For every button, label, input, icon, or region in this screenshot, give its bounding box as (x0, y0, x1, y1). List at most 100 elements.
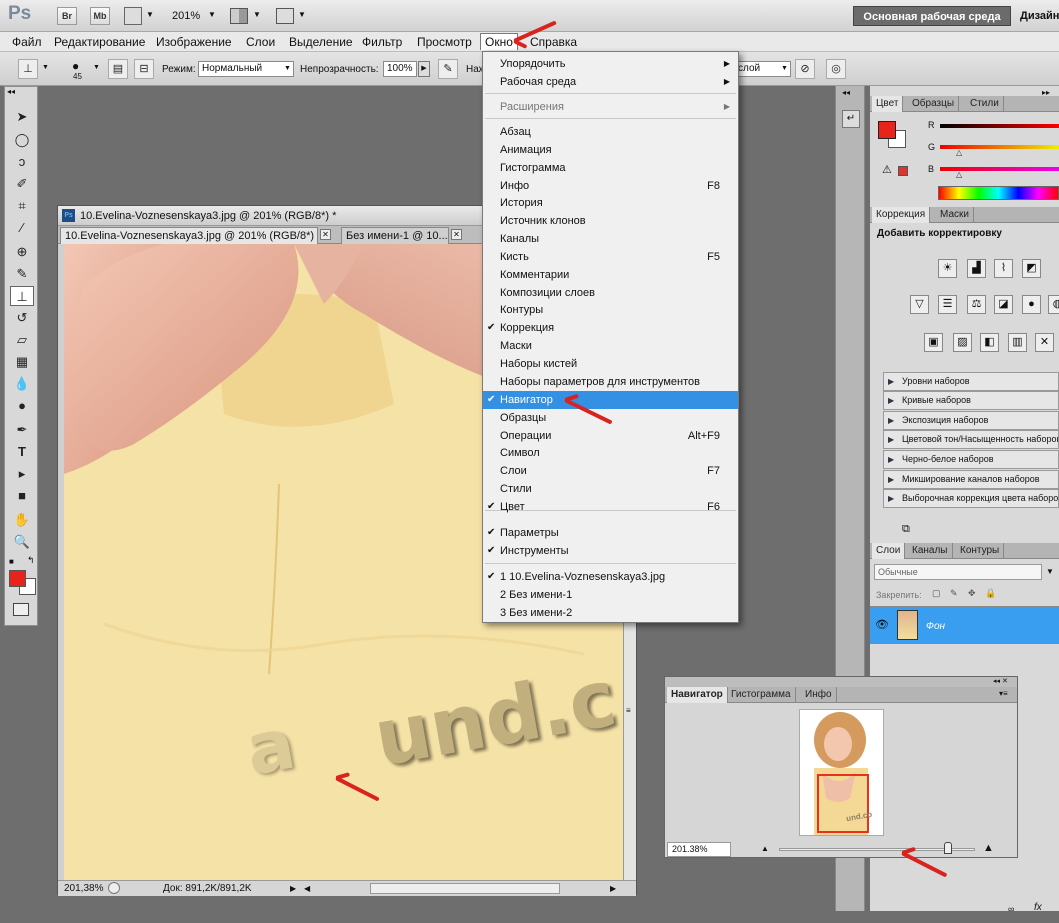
color-foreground-swatch[interactable] (878, 121, 896, 139)
navigator-collapse-icon[interactable]: ◂◂ ✕ (993, 677, 1008, 685)
toolbox-collapse-icon[interactable]: ◂◂ (7, 87, 15, 96)
tab-layers[interactable]: Слои (872, 543, 906, 559)
posterize-icon[interactable]: ▨ (953, 333, 972, 352)
history-brush-tool-icon[interactable]: ↺ (10, 308, 34, 328)
layer-name[interactable]: Фон (926, 621, 945, 632)
zoom-out-icon[interactable]: ▲ (761, 844, 769, 853)
selective-color-icon[interactable]: ✕ (1035, 333, 1054, 352)
preset-exposure[interactable]: Экспозиция наборов (883, 411, 1059, 430)
link-layers-icon[interactable]: ∞ (1008, 904, 1014, 914)
scroll-right-icon[interactable]: ▶ (610, 881, 616, 896)
menu-view[interactable]: Просмотр (417, 35, 472, 49)
window-menu-item[interactable]: ✔ Цвет F6 (483, 498, 738, 516)
window-menu-item[interactable]: История (483, 194, 738, 212)
window-menu-item[interactable]: Слои F7 (483, 462, 738, 480)
preset-curves[interactable]: Кривые наборов (883, 391, 1059, 410)
clone-stamp-tool-icon[interactable]: ⊥ (10, 286, 34, 306)
lasso-tool-icon[interactable]: ↄ (10, 152, 34, 172)
color-ramp[interactable] (938, 186, 1059, 200)
clip-to-layer-icon[interactable]: ⧉ (902, 523, 910, 536)
shape-tool-icon[interactable]: ■ (10, 486, 34, 506)
crop-tool-icon[interactable]: ⌗ (10, 196, 34, 216)
navigator-zoom-input[interactable]: 201.38% (667, 842, 731, 857)
gamut-color-swatch[interactable] (898, 166, 908, 176)
lock-pixels-icon[interactable]: ✎ (950, 588, 958, 599)
status-zoom[interactable]: 201,38% (64, 881, 103, 896)
window-menu-item[interactable]: Гистограмма (483, 159, 738, 177)
lock-position-icon[interactable]: ✥ (968, 588, 976, 599)
eraser-tool-icon[interactable]: ▱ (10, 330, 34, 350)
tab-styles[interactable]: Стили (966, 96, 1004, 112)
menu-file[interactable]: Файл (12, 35, 42, 49)
menu-layers[interactable]: Слои (246, 35, 275, 49)
lock-all-icon[interactable]: 🔒 (985, 588, 996, 599)
g-slider-thumb-icon[interactable]: △ (956, 148, 962, 157)
chevron-down-icon[interactable]: ▼ (284, 65, 291, 72)
brush-tool-icon[interactable]: ✎ (10, 264, 34, 284)
chevron-down-icon[interactable]: ▼ (298, 10, 306, 19)
window-menu-item[interactable]: Источник клонов (483, 212, 738, 230)
opacity-slider-arrow[interactable]: ▶ (418, 61, 430, 77)
navigator-menu-icon[interactable]: ▾≡ (999, 689, 1008, 698)
tab-swatches[interactable]: Образцы (908, 96, 960, 112)
window-menu-item[interactable]: Наборы кистей (483, 355, 738, 373)
tab-adjustments[interactable]: Коррекция (872, 207, 931, 223)
tab-evelina[interactable]: 10.Evelina-Voznesenskaya3.jpg @ 201% (RG… (60, 227, 318, 244)
window-menu-item[interactable]: ✔ 1 10.Evelina-Voznesenskaya3.jpg (483, 568, 738, 586)
brush-preview-icon[interactable]: ● (72, 59, 79, 73)
window-menu-item[interactable]: ✔ Параметры (483, 524, 738, 542)
window-menu-item[interactable]: Наборы параметров для инструментов (483, 373, 738, 391)
scroll-left-icon[interactable]: ◀ (304, 881, 310, 896)
clone-source-icon[interactable]: ⊟ (134, 59, 154, 79)
fx-icon[interactable]: fx (1034, 902, 1042, 913)
gradient-map-icon[interactable]: ▥ (1008, 333, 1027, 352)
tab-untitled-1[interactable]: Без имени-1 @ 10... (341, 227, 449, 244)
photo-filter-icon[interactable]: ● (1022, 295, 1041, 314)
dock-collapse-icon[interactable]: ◂◂ (842, 88, 850, 97)
workspace-design[interactable]: Дизайн (1020, 10, 1059, 22)
threshold-icon[interactable]: ◧ (980, 333, 999, 352)
chevron-down-icon[interactable]: ▼ (781, 65, 788, 72)
channel-mixer-icon[interactable]: ◍ (1048, 295, 1059, 314)
hue-saturation-icon[interactable]: ☰ (938, 295, 957, 314)
window-menu-item[interactable]: ✔ Коррекция (483, 319, 738, 337)
window-menu-item[interactable]: Инфо F8 (483, 177, 738, 195)
tab-color[interactable]: Цвет (872, 96, 904, 112)
r-slider[interactable] (940, 124, 1059, 128)
window-menu-item[interactable]: Контуры (483, 301, 738, 319)
chevron-down-icon[interactable]: ▼ (253, 10, 261, 19)
mini-bridge-button[interactable]: Mb (90, 7, 110, 25)
path-select-tool-icon[interactable]: ▸ (10, 464, 34, 484)
view-extras-icon[interactable] (124, 7, 142, 25)
status-info-icon[interactable] (108, 882, 120, 894)
blur-tool-icon[interactable]: 💧 (10, 374, 34, 394)
chevron-down-icon[interactable]: ▼ (1046, 567, 1054, 576)
opacity-input[interactable]: 100% (383, 61, 417, 77)
navigator-zoom-thumb[interactable] (943, 842, 952, 854)
default-colors-icon[interactable]: ■ (9, 557, 14, 566)
vibrance-icon[interactable]: ▽ (910, 295, 929, 314)
window-menu-item[interactable]: 2 Без имени-1 (483, 586, 738, 604)
quick-select-tool-icon[interactable]: ✐ (10, 174, 34, 194)
window-menu-item[interactable]: 3 Без имени-2 (483, 604, 738, 622)
status-menu-arrow-icon[interactable]: ▶ (290, 881, 296, 896)
zoom-level[interactable]: 201% (172, 10, 200, 22)
menu-edit[interactable]: Редактирование (54, 35, 145, 49)
scroll-grip-icon[interactable]: ≡ (626, 706, 631, 715)
horizontal-scrollbar[interactable] (370, 883, 560, 894)
move-tool-icon[interactable]: ➤ (10, 107, 34, 127)
window-menu-item[interactable]: Рабочая среда ▶ (483, 73, 738, 91)
eyedropper-tool-icon[interactable]: ⁄ (10, 218, 34, 238)
arrange-documents-icon[interactable] (230, 8, 248, 24)
window-menu-item[interactable]: Композиции слоев (483, 284, 738, 302)
chevron-down-icon[interactable]: ▼ (42, 64, 49, 71)
window-menu-item[interactable]: Анимация (483, 141, 738, 159)
chevron-down-icon[interactable]: ▼ (208, 10, 216, 19)
menu-image[interactable]: Изображение (156, 35, 232, 49)
exposure-icon[interactable]: ◩ (1022, 259, 1041, 278)
b-slider-thumb-icon[interactable]: △ (956, 170, 962, 179)
window-menu-item[interactable]: Кисть F5 (483, 248, 738, 266)
close-icon[interactable]: ✕ (451, 229, 462, 240)
hand-tool-icon[interactable]: ✋ (10, 510, 34, 530)
blend-mode-select[interactable]: Обычные (874, 564, 1042, 580)
